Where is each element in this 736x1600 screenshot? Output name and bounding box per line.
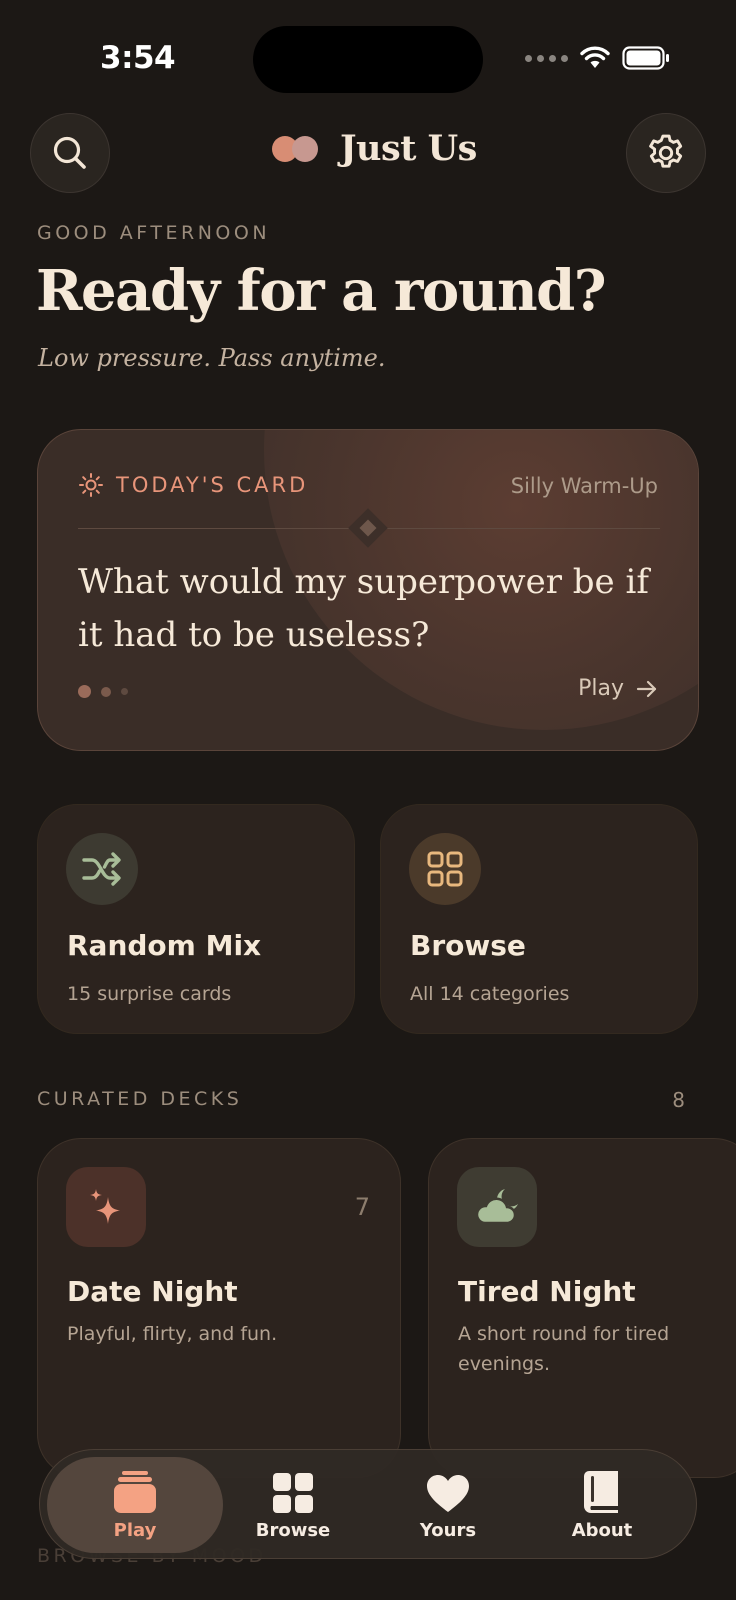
tab-about[interactable]: About — [514, 1457, 690, 1553]
arrow-right-icon — [636, 680, 657, 697]
app-title: Just Us — [340, 128, 477, 169]
todays-card[interactable]: TODAY'S CARD Silly Warm-Up What would my… — [37, 429, 699, 751]
tab-label: Yours — [419, 1520, 477, 1541]
page-title: Ready for a round? — [36, 258, 607, 324]
deck-card-date-night[interactable]: 7 Date Night Playful, flirty, and fun. — [37, 1138, 401, 1478]
dynamic-island — [253, 26, 483, 93]
browse-tile[interactable]: Browse All 14 categories — [380, 804, 698, 1034]
tab-browse[interactable]: Browse — [205, 1457, 381, 1553]
sun-icon — [79, 473, 103, 497]
random-mix-tile[interactable]: Random Mix 15 surprise cards — [37, 804, 355, 1034]
deck-subtitle: A short round for tired evenings. — [458, 1323, 670, 1375]
settings-button[interactable] — [626, 113, 706, 193]
tab-label: Play — [113, 1520, 157, 1541]
tab-label: Browse — [255, 1520, 331, 1541]
status-bar: 3:54 — [0, 0, 736, 110]
random-mix-title: Random Mix — [67, 929, 262, 962]
page-dot-active — [78, 685, 91, 698]
app-brand: Just Us — [272, 128, 477, 169]
heart-icon — [427, 1475, 469, 1512]
deck-card-tired-night[interactable]: Tired Night A short round for tired even… — [428, 1138, 736, 1478]
deck-title: Date Night — [67, 1275, 238, 1308]
tab-bar: Play Browse Yours About — [39, 1449, 697, 1559]
card-question: What would my superpower be if it had to… — [78, 562, 649, 655]
section-title: CURATED DECKS — [37, 1088, 243, 1110]
card-stack-icon — [114, 1471, 156, 1513]
grid-icon — [273, 1473, 313, 1513]
curated-decks-header: CURATED DECKS 8 — [37, 1088, 685, 1112]
todays-card-header: TODAY'S CARD — [78, 472, 308, 498]
deck-title: Tired Night — [458, 1275, 636, 1308]
play-label: Play — [578, 676, 624, 701]
search-icon — [53, 136, 86, 169]
grid-icon — [427, 851, 463, 887]
sparkle-icon — [90, 1189, 120, 1224]
play-card-button[interactable]: Play — [578, 676, 658, 701]
status-time: 3:54 — [100, 40, 176, 76]
gear-icon — [649, 134, 683, 168]
browse-subtitle: All 14 categories — [410, 983, 570, 1005]
deck-card-count: 7 — [354, 1193, 370, 1221]
cellular-signal-icon — [525, 54, 568, 62]
random-mix-subtitle: 15 surprise cards — [67, 983, 232, 1005]
page-dot — [121, 688, 128, 695]
todays-card-label: TODAY'S CARD — [116, 473, 309, 497]
battery-icon — [622, 46, 669, 70]
greeting-subtitle: Low pressure. Pass anytime. — [38, 344, 386, 372]
logo-icon — [272, 135, 318, 162]
deck-subtitle: Playful, flirty, and fun. — [67, 1323, 278, 1345]
grid-icon-badge — [409, 833, 481, 905]
cloud-moon-icon-badge — [457, 1167, 537, 1247]
tab-play[interactable]: Play — [47, 1457, 223, 1553]
cloud-moon-icon — [475, 1189, 518, 1225]
status-icons — [525, 46, 670, 70]
book-icon — [584, 1471, 618, 1513]
shuffle-icon-badge — [66, 833, 138, 905]
wifi-icon — [580, 46, 610, 68]
search-button[interactable] — [30, 113, 110, 193]
page-dot — [101, 686, 111, 697]
greeting-eyebrow: GOOD AFTERNOON — [37, 222, 271, 244]
section-count: 8 — [672, 1088, 685, 1112]
shuffle-icon — [82, 852, 121, 886]
card-category: Silly Warm-Up — [510, 474, 658, 498]
browse-title: Browse — [410, 929, 526, 962]
tab-yours[interactable]: Yours — [360, 1457, 536, 1553]
sparkle-icon-badge — [66, 1167, 146, 1247]
tab-label: About — [571, 1520, 633, 1541]
page-indicator — [78, 685, 128, 698]
